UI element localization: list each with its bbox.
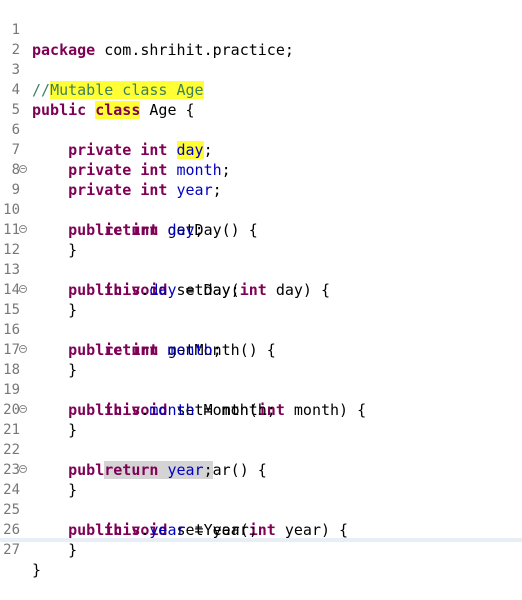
code-line[interactable]: 3 //Mutable class Age xyxy=(0,40,522,99)
code-line[interactable]: 9 public int getDay() { xyxy=(0,160,522,239)
fold-collapse-icon[interactable] xyxy=(19,225,27,233)
fold-collapse-icon[interactable] xyxy=(19,405,27,413)
line-number: 27 xyxy=(3,542,20,558)
code-line[interactable]: 19 this.month = month; xyxy=(0,360,522,419)
code-line[interactable]: 21 public int getYear() { xyxy=(0,400,522,479)
code-line[interactable]: 15 public int getMonth() { xyxy=(0,280,522,359)
code-editor[interactable]: 1 package com.shrihit.practice; 2 3 //Mu… xyxy=(0,0,522,579)
code-line[interactable]: 4 public class Age { xyxy=(0,60,522,119)
code-line[interactable]: 10 return day; xyxy=(0,180,522,239)
code-line[interactable]: 5 xyxy=(0,80,522,118)
code-line[interactable]: 7 private int month; xyxy=(0,120,522,179)
code-line[interactable]: 13 this.day = day; xyxy=(0,240,522,299)
code-line[interactable]: 22 return year; xyxy=(0,420,522,479)
code-line[interactable]: 20 } xyxy=(0,380,522,439)
code-line[interactable]: 2 xyxy=(0,20,522,58)
code-line[interactable]: 24 public void setYear(int year) { xyxy=(0,460,522,539)
code-line[interactable]: 25 this.year = year; xyxy=(0,480,522,539)
fold-collapse-icon[interactable] xyxy=(19,345,27,353)
code-line[interactable]: 23 } xyxy=(0,440,522,499)
code-line[interactable]: 8 private int year; xyxy=(0,140,522,199)
code-line[interactable]: 26 } xyxy=(0,500,522,559)
code-line[interactable]: 12 public void setDay(int day) { xyxy=(0,220,522,299)
code-line[interactable]: 11 } xyxy=(0,200,522,259)
code-line[interactable]: 6 private int day; xyxy=(0,100,522,159)
fold-collapse-icon[interactable] xyxy=(19,465,27,473)
code-line[interactable]: 18 public void setMonth(int month) { xyxy=(0,340,522,419)
fold-collapse-icon[interactable] xyxy=(19,165,27,173)
code-line[interactable]: 14 } xyxy=(0,260,522,319)
code-line[interactable]: 1 package com.shrihit.practice; xyxy=(0,0,522,59)
fold-collapse-icon[interactable] xyxy=(19,285,27,293)
code-line[interactable]: 16 return month; xyxy=(0,300,522,359)
code-line[interactable]: 27 } xyxy=(0,520,522,579)
code-line[interactable]: 17 } xyxy=(0,320,522,379)
editor-bottom-edge xyxy=(0,538,522,542)
